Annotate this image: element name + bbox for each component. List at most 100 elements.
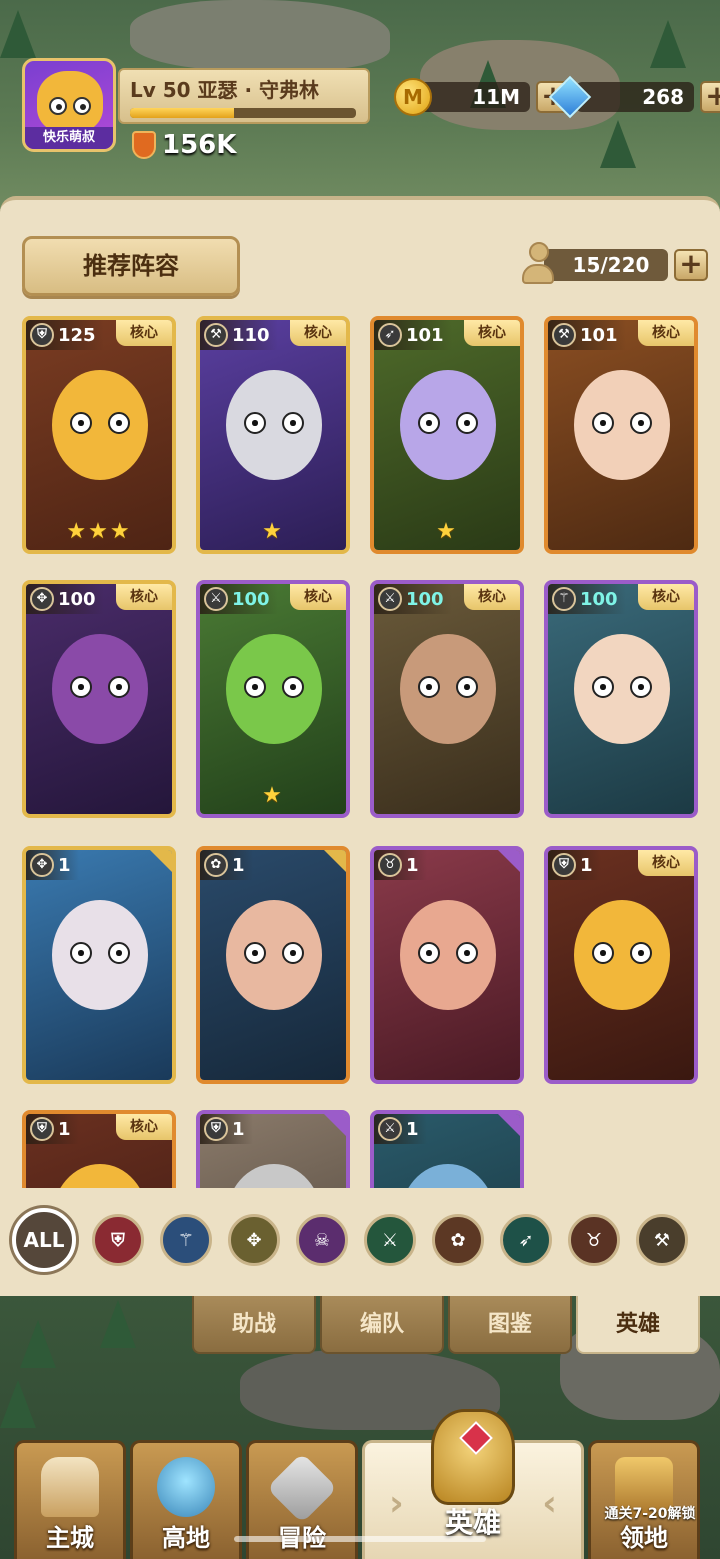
hero-level-badge: ⚚ 100 bbox=[548, 584, 626, 614]
filter-skull-icon[interactable]: ☠ bbox=[296, 1214, 348, 1266]
hero-level: 1 bbox=[406, 854, 419, 876]
gem-counter: 268 + bbox=[548, 75, 720, 119]
corner-marker bbox=[324, 850, 346, 872]
hero-grid: ⛨ 125 核心 ★★★ ⚒ 110 核心 ★ ➶ 101 核心 ★ ⚒ 101 核心 ✥ 100 核心 ⚔ 100 核… bbox=[0, 310, 720, 1188]
corner-marker bbox=[324, 1114, 346, 1136]
nav-highland[interactable]: 高地 bbox=[130, 1440, 242, 1559]
hero-level: 101 bbox=[406, 324, 444, 346]
tab-support[interactable]: 助战 bbox=[192, 1296, 316, 1354]
home-indicator bbox=[234, 1536, 486, 1542]
coin-counter: M 11M + bbox=[394, 78, 570, 116]
core-badge: 核心 bbox=[116, 584, 172, 610]
hero-portrait bbox=[374, 850, 520, 1080]
hero-card[interactable]: ⚒ 101 核心 bbox=[544, 316, 698, 554]
gem-icon bbox=[548, 75, 592, 119]
hero-stars: ★★★ bbox=[66, 519, 132, 544]
hero-portrait bbox=[548, 320, 694, 550]
power-value: 156K bbox=[162, 130, 237, 160]
axe-icon: ⚒ bbox=[552, 323, 576, 347]
filter-all-button[interactable]: ALL bbox=[12, 1208, 76, 1272]
core-badge: 核心 bbox=[116, 320, 172, 346]
gem-value: 268 bbox=[576, 82, 694, 112]
person-icon bbox=[522, 242, 556, 288]
hero-level: 1 bbox=[580, 854, 593, 876]
combat-power: 156K bbox=[132, 130, 236, 160]
hero-level-badge: ✥ 1 bbox=[26, 850, 79, 880]
tab-heroes[interactable]: 英雄 bbox=[576, 1296, 700, 1354]
hero-card[interactable]: ⛨ 125 核心 ★★★ bbox=[22, 316, 176, 554]
hero-level-badge: ✿ 1 bbox=[200, 850, 253, 880]
corner-marker bbox=[150, 850, 172, 872]
hero-portrait bbox=[374, 584, 520, 814]
hero-card[interactable]: ⚔ 1 bbox=[370, 1110, 524, 1188]
hero-card[interactable]: ⚔ 100 核心 bbox=[370, 580, 524, 818]
swords-icon: ⚔ bbox=[378, 587, 402, 611]
shield-icon: ⛨ bbox=[552, 853, 576, 877]
nav-label: 高地 bbox=[162, 1524, 210, 1552]
core-badge: 核心 bbox=[638, 850, 694, 876]
avatar-face bbox=[37, 71, 103, 133]
capacity-value: 15/220 bbox=[544, 249, 668, 281]
avatar-name-tag: 快乐萌叔 bbox=[25, 127, 113, 149]
hero-level: 1 bbox=[58, 854, 71, 876]
coin-value: 11M bbox=[418, 82, 530, 112]
hero-level-badge: ⚒ 101 bbox=[548, 320, 626, 350]
tab-codex[interactable]: 图鉴 bbox=[448, 1296, 572, 1354]
filter-axe-icon[interactable]: ⚒ bbox=[636, 1214, 688, 1266]
hero-capacity: 15/220 + bbox=[522, 242, 708, 288]
hero-card[interactable]: ⚒ 110 核心 ★ bbox=[196, 316, 350, 554]
nav-main-city[interactable]: 主城 bbox=[14, 1440, 126, 1559]
filter-beast-icon[interactable]: ♉ bbox=[568, 1214, 620, 1266]
hero-card[interactable]: ♉ 1 bbox=[370, 846, 524, 1084]
axe-icon: ⚒ bbox=[204, 323, 228, 347]
hero-level-badge: ⚔ 100 bbox=[374, 584, 452, 614]
hero-portrait bbox=[200, 850, 346, 1080]
hero-card[interactable]: ⚔ 100 核心 ★ bbox=[196, 580, 350, 818]
filter-paw-icon[interactable]: ✿ bbox=[432, 1214, 484, 1266]
filter-bow-icon[interactable]: ➶ bbox=[500, 1214, 552, 1266]
core-badge: 核心 bbox=[290, 320, 346, 346]
crossed-swords-icon bbox=[266, 1452, 338, 1524]
hero-portrait bbox=[374, 320, 520, 550]
hero-stars: ★ bbox=[436, 519, 458, 544]
filter-staff-icon[interactable]: ⚚ bbox=[160, 1214, 212, 1266]
tab-formation[interactable]: 编队 bbox=[320, 1296, 444, 1354]
filter-wings-icon[interactable]: ✥ bbox=[228, 1214, 280, 1266]
nav-label: 领地 bbox=[620, 1524, 668, 1552]
core-badge: 核心 bbox=[116, 1114, 172, 1140]
hero-card[interactable]: ⛨ 1 核心 bbox=[22, 1110, 176, 1188]
hero-portrait bbox=[200, 584, 346, 814]
hero-portrait bbox=[200, 320, 346, 550]
add-gems-button[interactable]: + bbox=[700, 81, 720, 113]
hero-card[interactable]: ⚚ 100 核心 bbox=[544, 580, 698, 818]
nav-label: 主城 bbox=[46, 1524, 94, 1552]
hero-level-badge: ♉ 1 bbox=[374, 850, 427, 880]
filter-shield-icon[interactable]: ⛨ bbox=[92, 1214, 144, 1266]
filter-swords-icon[interactable]: ⚔ bbox=[364, 1214, 416, 1266]
power-shield-icon bbox=[132, 131, 156, 159]
nav-territory[interactable]: 通关7-20解锁 领地 bbox=[588, 1440, 700, 1559]
hero-level: 100 bbox=[232, 588, 270, 610]
hero-level-badge: ⛨ 1 bbox=[548, 850, 601, 880]
recommend-lineup-button[interactable]: 推荐阵容 bbox=[22, 236, 240, 296]
hero-level-badge: ⚔ 100 bbox=[200, 584, 278, 614]
hero-card[interactable]: ✿ 1 bbox=[196, 846, 350, 1084]
hero-level: 1 bbox=[406, 1118, 419, 1140]
hero-card[interactable]: ⛨ 1 核心 bbox=[544, 846, 698, 1084]
hero-level: 1 bbox=[58, 1118, 71, 1140]
add-capacity-button[interactable]: + bbox=[674, 249, 708, 281]
hero-card[interactable]: ➶ 101 核心 ★ bbox=[370, 316, 524, 554]
hero-level: 110 bbox=[232, 324, 270, 346]
core-badge: 核心 bbox=[464, 320, 520, 346]
nav-label: 英雄 bbox=[444, 1506, 501, 1539]
xp-bar bbox=[130, 108, 356, 118]
hero-card[interactable]: ✥ 1 bbox=[22, 846, 176, 1084]
shield-icon: ⛨ bbox=[30, 1117, 54, 1141]
hero-card[interactable]: ✥ 100 核心 bbox=[22, 580, 176, 818]
hero-level-badge: ⛨ 1 bbox=[26, 1114, 79, 1144]
hero-level-badge: ⚒ 110 bbox=[200, 320, 278, 350]
hero-level: 100 bbox=[58, 588, 96, 610]
hero-card[interactable]: ⛨ 1 bbox=[196, 1110, 350, 1188]
player-info-panel[interactable]: Lv 50 亚瑟 · 守弗林 bbox=[118, 68, 370, 124]
player-avatar[interactable]: 快乐萌叔 bbox=[22, 58, 116, 152]
